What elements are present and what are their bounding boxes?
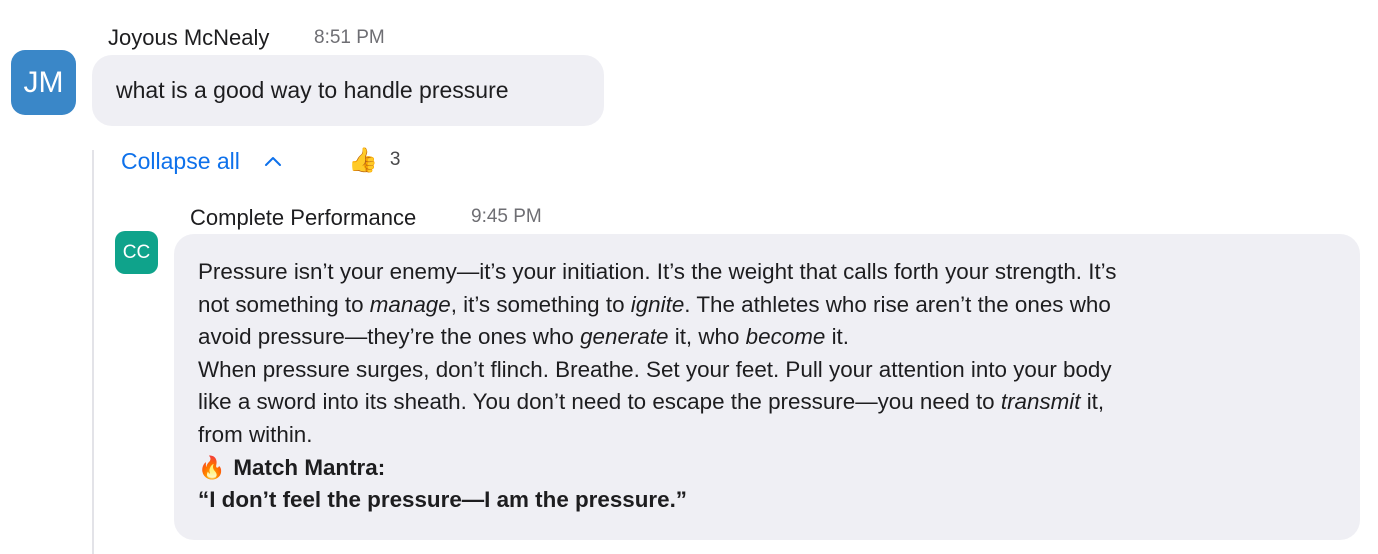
chevron-up-icon xyxy=(264,157,281,166)
reaction-count: 3 xyxy=(389,149,401,170)
reply-bubble[interactable]: Pressure isn’t your enemy—it’s your init… xyxy=(174,234,1360,540)
avatar-initials: CC xyxy=(122,241,151,263)
mantra-heading: 🔥 Match Mantra: xyxy=(198,452,1336,485)
text-line: When pressure surges, don’t flinch. Brea… xyxy=(198,357,1112,382)
text-line: not something to manage, it’s something … xyxy=(198,292,1111,317)
text-span: it, who xyxy=(668,324,746,350)
text-line: Pressure isn’t your enemy—it’s your init… xyxy=(198,259,1116,284)
message-bubble[interactable]: what is a good way to handle pressure xyxy=(92,55,604,126)
text-span: Pressure isn’t your enemy—it’s your init… xyxy=(198,259,1117,284)
text-span: it, xyxy=(1080,389,1105,415)
collapse-all-label: Collapse all xyxy=(121,147,240,174)
text-span: from within. xyxy=(198,421,313,447)
text-span: . The athletes who rise aren’t the ones … xyxy=(684,291,1111,317)
avatar-complete-performance[interactable]: CC xyxy=(115,231,158,274)
emphasis-become: become xyxy=(745,324,826,350)
reaction-thumbs-up[interactable]: 👍 3 xyxy=(348,143,400,177)
emphasis-transmit: transmit xyxy=(1000,389,1081,415)
text-line: avoid pressure—they’re the ones who gene… xyxy=(198,324,849,349)
emphasis-generate: generate xyxy=(580,324,669,350)
text-span: avoid pressure—they’re the ones who xyxy=(198,324,581,350)
reply-paragraph-1: Pressure isn’t your enemy—it’s your init… xyxy=(198,256,1336,354)
fire-icon: 🔥 xyxy=(198,454,226,480)
reply-timestamp: 9:45 PM xyxy=(471,206,542,227)
thumbs-up-icon: 👍 xyxy=(348,146,378,174)
text-span: it. xyxy=(825,324,849,350)
avatar-initials: JM xyxy=(23,65,64,99)
text-span: When pressure surges, don’t flinch. Brea… xyxy=(198,356,1112,382)
text-span: not something to xyxy=(198,291,370,317)
mantra-heading-text: Match Mantra: xyxy=(233,454,386,480)
collapse-all-button[interactable]: Collapse all xyxy=(121,144,284,178)
message-text: what is a good way to handle pressure xyxy=(116,77,509,103)
emphasis-manage: manage xyxy=(369,291,451,317)
reply-paragraph-2: When pressure surges, don’t flinch. Brea… xyxy=(198,354,1336,452)
text-line: like a sword into its sheath. You don’t … xyxy=(198,389,1104,414)
mantra-quote: “I don’t feel the pressure—I am the pres… xyxy=(198,487,687,513)
reply-sender-name[interactable]: Complete Performance xyxy=(190,205,416,231)
emphasis-ignite: ignite xyxy=(630,291,685,317)
thread-line xyxy=(92,150,94,554)
text-span: , it’s something to xyxy=(450,291,631,317)
avatar-joyous-mcnealy[interactable]: JM xyxy=(11,50,76,115)
sender-name[interactable]: Joyous McNealy xyxy=(108,25,269,51)
message-timestamp: 8:51 PM xyxy=(314,27,385,48)
text-span: like a sword into its sheath. You don’t … xyxy=(198,389,1001,415)
text-line: from within. xyxy=(198,422,312,447)
